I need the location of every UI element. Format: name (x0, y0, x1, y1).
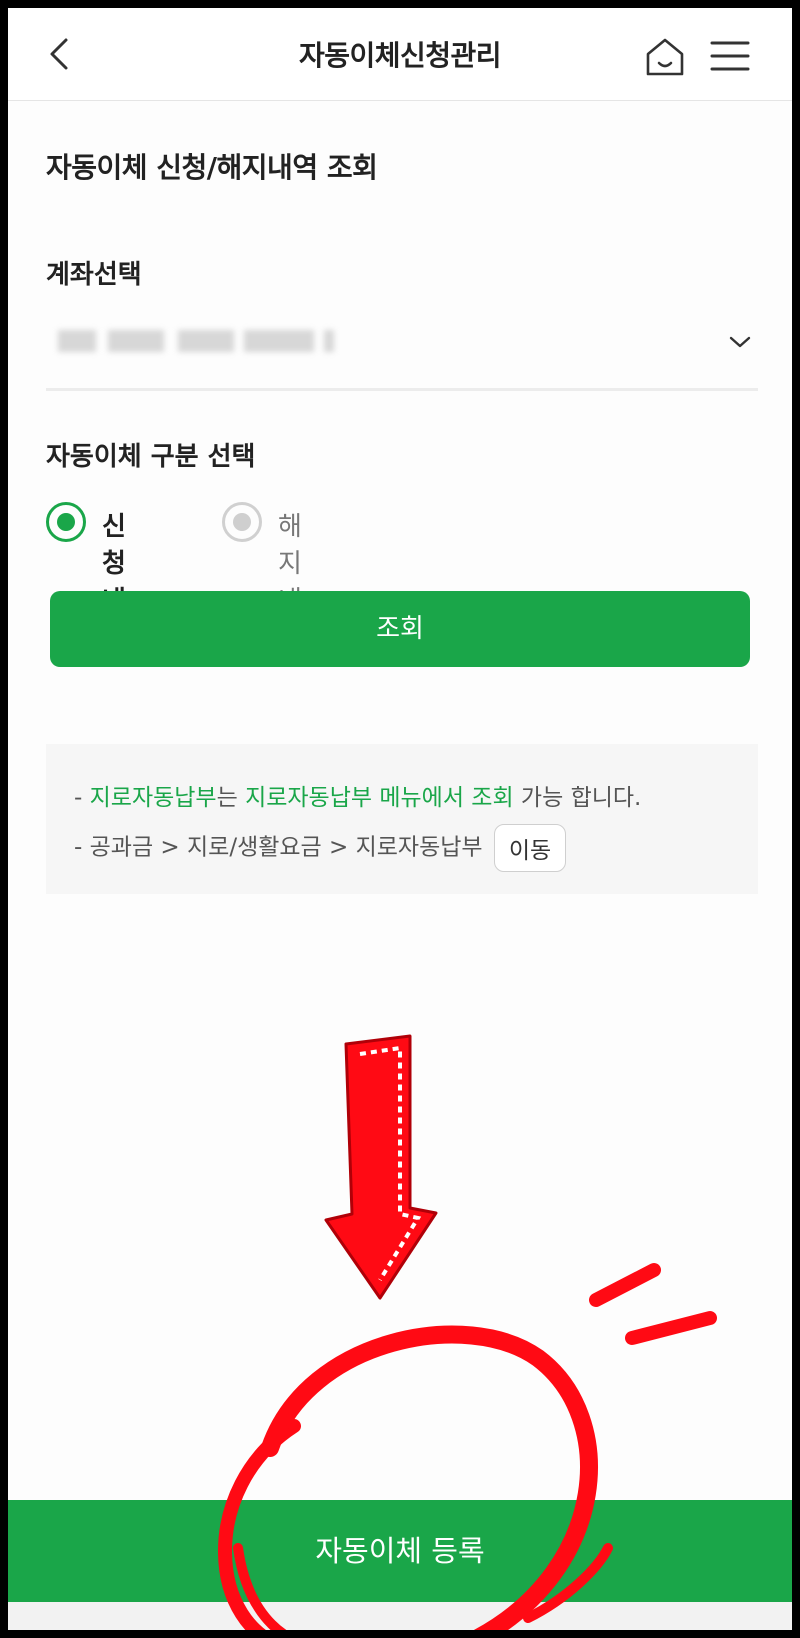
masked-account-part (108, 330, 164, 352)
register-auto-transfer-button[interactable]: 자동이체 등록 (8, 1500, 792, 1602)
top-header: 자동이체신청관리 (8, 8, 792, 101)
query-button[interactable]: 조회 (50, 591, 750, 667)
notice-green-text: 지로자동납부 메뉴에서 조회 (245, 785, 514, 811)
app-frame: 자동이체신청관리 자동이체 신청/해지내역 조회 계좌선택 자동이체 구분 선택… (8, 8, 792, 1630)
bottom-strip (8, 1602, 792, 1630)
red-arrow-annotation (324, 1034, 438, 1300)
notice-green-text: 지로자동납부 (89, 785, 217, 811)
notice-dash: - (74, 785, 90, 811)
masked-account-part (178, 330, 234, 352)
account-select-dropdown[interactable] (46, 308, 758, 391)
masked-account-part (58, 330, 96, 352)
move-button[interactable]: 이동 (493, 824, 567, 872)
type-select-label: 자동이체 구분 선택 (46, 442, 256, 472)
chevron-down-icon (729, 336, 751, 348)
notice-text: 가능 합니다. (513, 785, 642, 811)
home-icon[interactable] (644, 36, 686, 78)
radio-applied[interactable] (46, 502, 86, 542)
hamburger-menu-icon[interactable] (710, 40, 750, 72)
notice-line-2: - 공과금 > 지로/생활요금 > 지로자동납부 이동 (74, 824, 567, 872)
radio-cancelled[interactable] (222, 502, 262, 542)
notice-text: 는 (216, 785, 246, 811)
notice-dash: - (74, 834, 90, 861)
red-dash-annotation (589, 1263, 717, 1345)
masked-account-part (244, 330, 314, 352)
masked-account-part (324, 330, 334, 352)
notice-line-1: - 지로자동납부는 지로자동납부 메뉴에서 조회 가능 합니다. (74, 778, 641, 812)
notice-menu-path: 공과금 > 지로/생활요금 > 지로자동납부 (89, 834, 483, 861)
account-select-label: 계좌선택 (46, 260, 142, 290)
notice-box: - 지로자동납부는 지로자동납부 메뉴에서 조회 가능 합니다. - 공과금 >… (46, 744, 758, 894)
section-title: 자동이체 신청/해지내역 조회 (46, 151, 378, 184)
